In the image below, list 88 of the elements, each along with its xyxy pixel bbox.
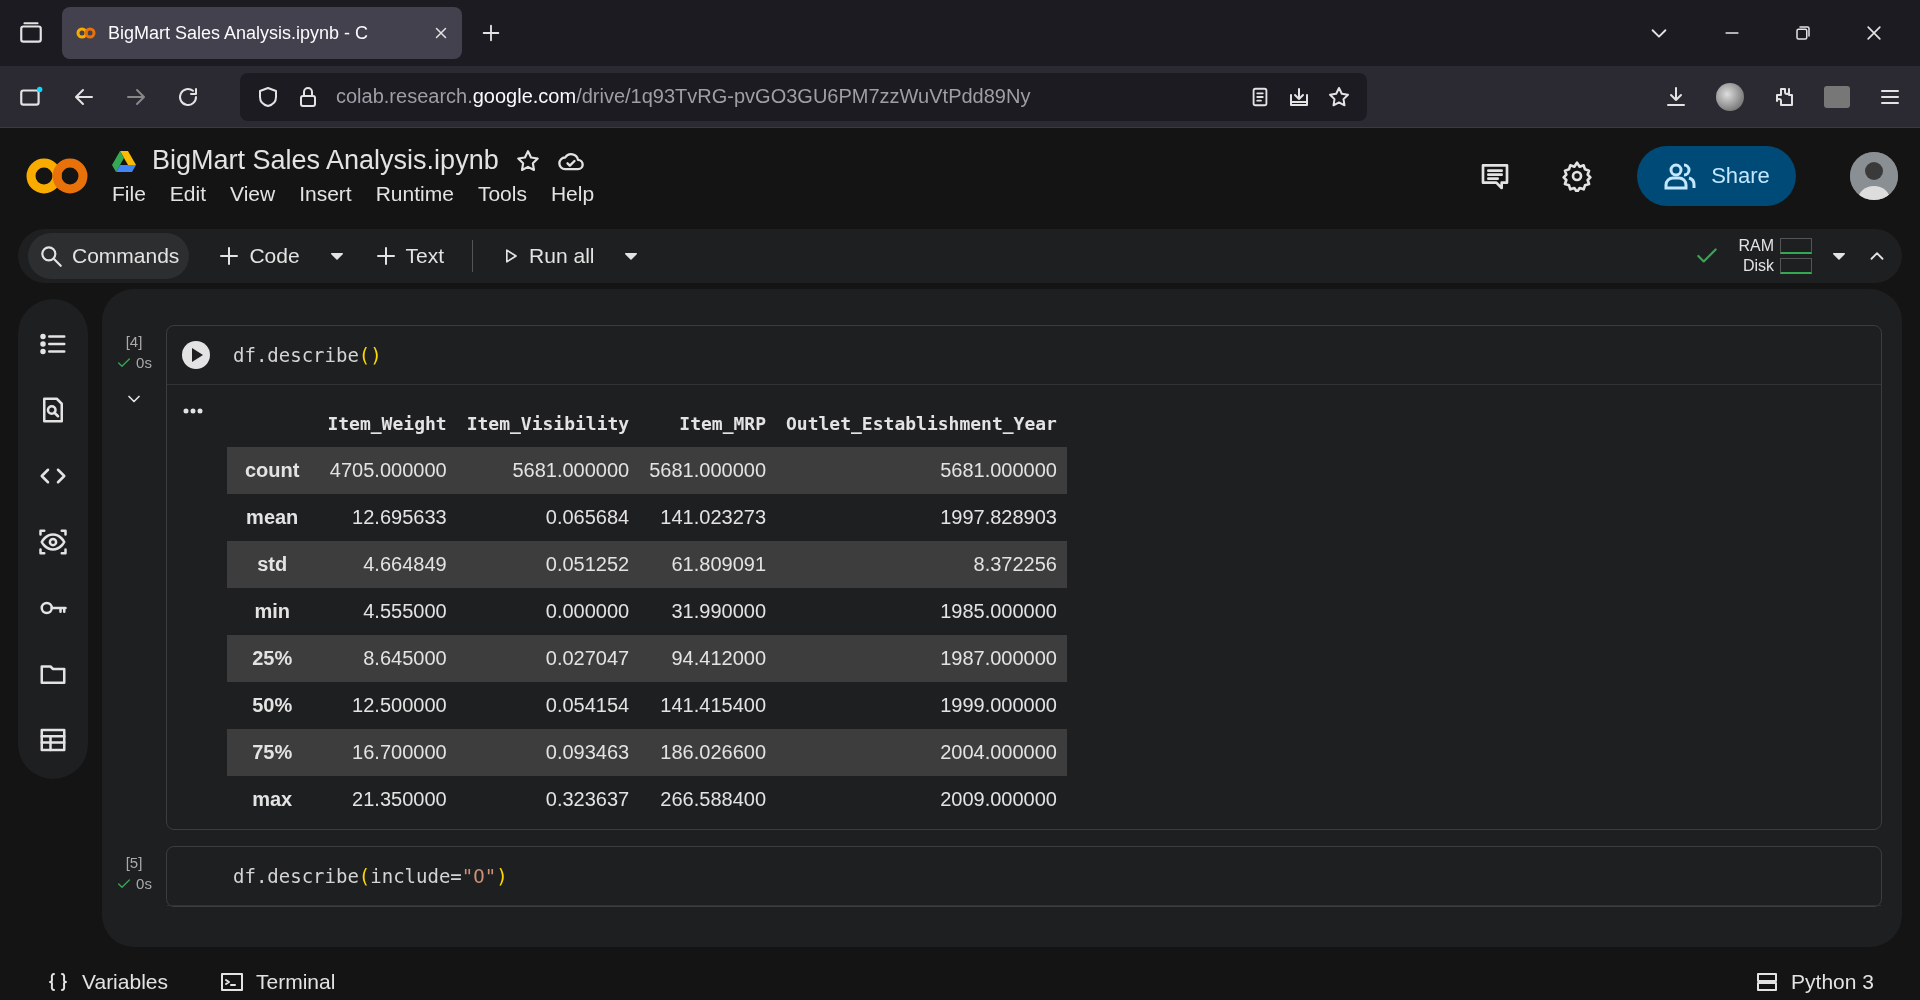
run-time: 0s — [136, 354, 152, 371]
drive-icon — [112, 149, 136, 172]
extension-icon[interactable] — [1824, 85, 1850, 108]
star-icon[interactable] — [514, 147, 541, 174]
table-cell: 5681.000000 — [456, 447, 640, 494]
table-cell: 0.054154 — [456, 682, 640, 729]
code-line: df.describe(include="O") — [233, 865, 508, 887]
run-all-button[interactable]: Run all — [491, 233, 605, 279]
tab-overview-icon[interactable] — [18, 20, 44, 46]
code-cell[interactable]: df.describe(include="O") — [166, 846, 1882, 907]
execution-count: [5] — [125, 854, 143, 871]
table-cell: 2009.000000 — [776, 776, 1067, 823]
table-cell: 4705.000000 — [317, 447, 457, 494]
settings-icon[interactable] — [1561, 159, 1593, 192]
url-text: colab.research.google.com/drive/1q93TvRG-pvGO3GU6PM7zzWuVtPdd89Ny — [336, 85, 1032, 108]
table-cell: 2004.000000 — [776, 729, 1067, 776]
table-cell: 5681.000000 — [776, 447, 1067, 494]
row-label: 25% — [227, 635, 318, 682]
menu-item[interactable]: Edit — [169, 182, 207, 206]
table-cell: 4.555000 — [317, 588, 457, 635]
menu-item[interactable]: Help — [550, 182, 595, 206]
browser-tab[interactable]: BigMart Sales Analysis.ipynb - C — [62, 7, 462, 59]
table-cell: 5681.000000 — [639, 447, 776, 494]
commands-button[interactable]: Commands — [28, 233, 190, 279]
table-cell: 0.000000 — [456, 588, 640, 635]
eye-icon[interactable] — [38, 527, 68, 557]
menu-item[interactable]: Insert — [299, 182, 352, 206]
runtime-button[interactable]: Python 3 — [1749, 968, 1880, 995]
run-button[interactable] — [181, 340, 211, 370]
new-tab-icon[interactable] — [480, 22, 502, 44]
table-cell: 0.065684 — [456, 494, 640, 541]
menu-item[interactable]: File — [112, 182, 146, 206]
table-cell: 1985.000000 — [776, 588, 1067, 635]
resource-meter[interactable]: RAM Disk — [1738, 237, 1812, 275]
column-header: Item_MRP — [639, 399, 776, 447]
table-cell: 0.093463 — [456, 729, 640, 776]
table-cell: 186.026600 — [639, 729, 776, 776]
add-code-button[interactable]: Code — [207, 233, 310, 279]
row-label: max — [227, 776, 318, 823]
row-label: count — [227, 447, 318, 494]
search-icon[interactable] — [38, 243, 64, 269]
code-cell[interactable] — [166, 325, 1882, 830]
table-cell: 16.700000 — [317, 729, 457, 776]
row-label: 75% — [227, 729, 318, 776]
table-cell: 1987.000000 — [776, 635, 1067, 682]
table-cell: 12.500000 — [317, 682, 457, 729]
table-cell: 61.809091 — [639, 541, 776, 588]
table-cell: 8.645000 — [317, 635, 457, 682]
table-cell: 94.412000 — [639, 635, 776, 682]
notebook-title[interactable]: BigMart Sales Analysis.ipynb — [152, 145, 499, 176]
table-cell: 1997.828903 — [776, 494, 1067, 541]
avatar[interactable] — [1850, 151, 1898, 200]
table-cell: 141.415400 — [639, 682, 776, 729]
table-cell: 141.023273 — [639, 494, 776, 541]
table-cell: 266.588400 — [639, 776, 776, 823]
table-cell: 4.664849 — [317, 541, 457, 588]
row-label: std — [227, 541, 318, 588]
execution-count: [4] — [125, 333, 143, 350]
column-header: Item_Visibility — [456, 399, 640, 447]
bookmark-star-icon[interactable] — [1327, 84, 1351, 109]
add-text-button[interactable]: Text — [363, 233, 455, 279]
status-button[interactable]: Variables — [40, 968, 174, 995]
code-line: df.describe() — [233, 344, 382, 366]
menu-item[interactable]: View — [230, 182, 276, 206]
run-time: 0s — [136, 875, 152, 892]
table-cell: 8.372256 — [776, 541, 1067, 588]
menu-item[interactable]: Tools — [477, 182, 527, 206]
table-cell: 0.027047 — [456, 635, 640, 682]
table-cell: 31.990000 — [639, 588, 776, 635]
row-label: 50% — [227, 682, 318, 729]
download-icon[interactable] — [1664, 84, 1688, 109]
table-cell: 0.323637 — [456, 776, 640, 823]
row-label: min — [227, 588, 318, 635]
status-button[interactable]: Terminal — [214, 968, 342, 995]
row-label: mean — [227, 494, 318, 541]
shield-icon[interactable] — [256, 84, 280, 109]
table-cell: 0.051252 — [456, 541, 640, 588]
table-cell: 21.350000 — [317, 776, 457, 823]
address-bar[interactable]: colab.research.google.com/drive/1q93TvRG-pvGO3GU6PM7zzWuVtPdd89Ny — [240, 72, 1367, 121]
close-icon[interactable] — [1864, 23, 1884, 43]
share-button[interactable]: Share — [1637, 145, 1796, 206]
menu-item[interactable]: Runtime — [375, 182, 454, 206]
column-header: Outlet_Establishment_Year — [776, 399, 1067, 447]
restore-icon[interactable] — [1794, 24, 1812, 42]
table-cell: 1999.000000 — [776, 682, 1067, 729]
column-header: Item_Weight — [317, 399, 457, 447]
account-icon[interactable] — [1716, 82, 1744, 111]
table-cell: 12.695633 — [317, 494, 457, 541]
